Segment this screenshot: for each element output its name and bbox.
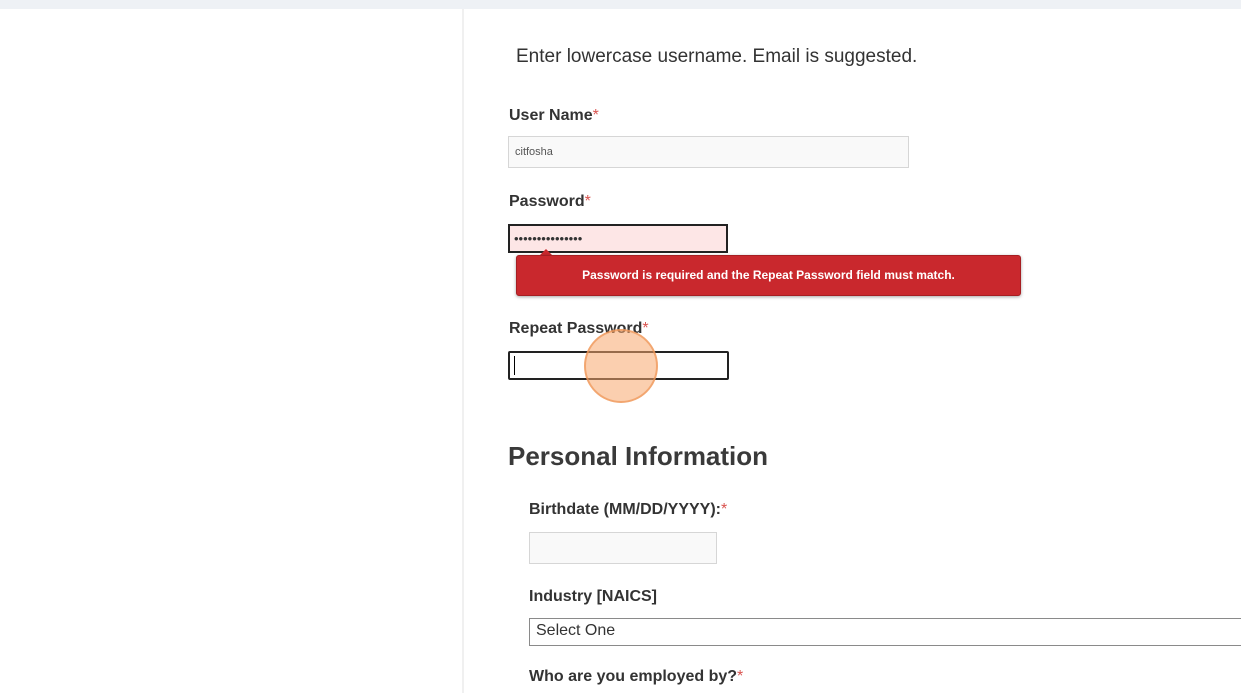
registration-page: Enter lowercase username. Email is sugge… xyxy=(0,0,1241,693)
password-error-tooltip: Password is required and the Repeat Pass… xyxy=(516,255,1021,296)
industry-select[interactable]: Select One xyxy=(529,618,1241,646)
username-label: User Name* xyxy=(509,107,599,124)
username-input[interactable] xyxy=(508,136,909,168)
text-caret xyxy=(514,356,515,375)
birthdate-input[interactable] xyxy=(529,532,717,564)
left-panel xyxy=(0,9,462,693)
birthdate-label: Birthdate (MM/DD/YYYY):* xyxy=(529,501,728,518)
industry-label: Industry [NAICS] xyxy=(529,588,657,605)
password-label: Password* xyxy=(509,193,591,210)
registration-form: Enter lowercase username. Email is sugge… xyxy=(464,9,1241,693)
click-indicator xyxy=(584,329,658,403)
top-strip xyxy=(0,0,1241,9)
personal-information-heading: Personal Information xyxy=(508,441,769,471)
required-marker: * xyxy=(592,107,599,124)
required-marker: * xyxy=(721,501,728,518)
username-instructions: Enter lowercase username. Email is sugge… xyxy=(516,46,918,67)
required-marker: * xyxy=(584,193,591,210)
required-marker: * xyxy=(642,320,649,337)
employer-label: Who are you employed by?* xyxy=(529,668,744,685)
required-marker: * xyxy=(737,668,744,685)
